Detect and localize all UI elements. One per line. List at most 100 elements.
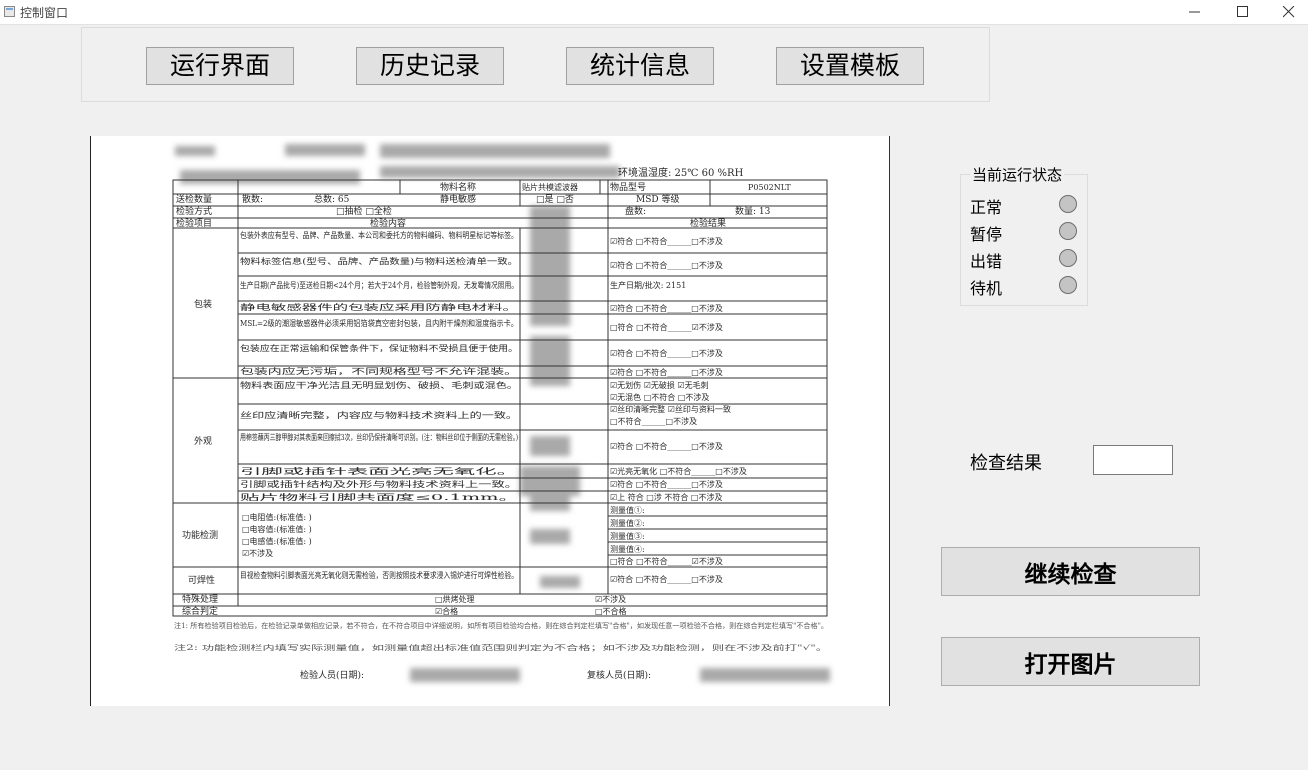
form-r4: □符合 □不符合______☑不涉及: [610, 322, 723, 332]
tab-statistics[interactable]: 统计信息: [566, 47, 714, 85]
form-c7: 包装内应无污垢，不同规格型号不允许混装。: [240, 366, 518, 376]
form-count: 散数:: [242, 193, 263, 205]
tab-template-settings[interactable]: 设置模板: [776, 47, 924, 85]
form-f1: □电阻值:(标准值: ): [242, 512, 312, 522]
form-f4: ☑不涉及: [242, 548, 273, 558]
form-sp-opt: □烘烤处理: [435, 594, 475, 604]
form-esd-yes-no: □是 □否: [536, 194, 574, 205]
form-method: 检验方式: [176, 205, 212, 217]
form-r-pin: ☑符合 □不符合______□不涉及: [610, 479, 723, 489]
form-c5: MSL=2级的潮湿敏感器件必须采用铝箔袋真空密封包装，且内附干燥剂和湿度指示卡。: [240, 318, 518, 328]
form-sign1: 检验人员(日期):: [300, 669, 364, 681]
title-bar: 控制窗口: [0, 0, 1308, 25]
form-cat-pack: 包装: [194, 298, 212, 310]
form-item: 检验项目: [176, 217, 212, 229]
status-indicator-standby: [1059, 276, 1077, 294]
form-m4: 测量值④:: [610, 544, 645, 554]
status-indicator-error: [1059, 249, 1077, 267]
form-r-look4: □不符合______□不涉及: [610, 416, 697, 426]
image-right-edge: [889, 136, 890, 706]
form-r-look2: ☑无混色 □不符合 □不涉及: [610, 392, 709, 402]
form-r5: ☑符合 □不符合______□不涉及: [610, 348, 723, 358]
form-total: 总数: 65: [314, 193, 350, 205]
maximize-button[interactable]: [1220, 0, 1266, 24]
minimize-button[interactable]: [1172, 0, 1218, 24]
check-result-label: 检查结果: [970, 453, 1042, 474]
form-r-date: 生产日期/批次: 2151: [610, 280, 686, 290]
form-mat-name: 物料名称: [440, 181, 476, 193]
form-r2: ☑符合 □不符合______□不涉及: [610, 260, 723, 270]
form-c1: 包装外表应有型号、品牌、产品数量、本公司和委托方的物料编码、物料明星标记等标签。: [240, 230, 518, 240]
form-c8: 物料表面应干净光洁且无明显划伤、破损、毛刺或混色。: [240, 380, 518, 390]
status-label-error: 出错: [970, 252, 1003, 271]
form-r-flat: ☑上 符合 □涉 不符合 □不涉及: [610, 492, 722, 502]
open-image-button[interactable]: 打开图片: [941, 637, 1200, 686]
continue-check-button[interactable]: 继续检查: [941, 547, 1200, 596]
form-r-look1: ☑无划伤 ☑无破损 ☑无毛刺: [610, 380, 709, 390]
minimize-icon: [1189, 11, 1200, 13]
inspection-image-view: 环境温湿度: 25℃ 60 %RH 送检数量 散数: 总数: 65 物料名称 贴…: [90, 136, 890, 706]
app-icon: [4, 6, 15, 17]
form-sign2: 复核人员(日期):: [587, 669, 651, 681]
tab-history[interactable]: 历史记录: [356, 47, 504, 85]
form-boxes: 盘数:: [625, 205, 646, 217]
status-indicator-normal: [1059, 195, 1077, 213]
form-content: 检验内容: [370, 217, 406, 229]
form-r7: ☑符合 □不符合______□不涉及: [610, 441, 723, 451]
form-note2: 注2: 功能检测栏内填写实际测量值，如测量值超出标准值范围则判定为不合格；如不涉…: [174, 643, 828, 652]
form-note1: 注1: 所有检验项目检验后，在检验记录单做相应记录，若不符合，在不符合项目中详细…: [174, 621, 828, 630]
form-m2: 测量值②:: [610, 518, 645, 528]
form-c9: 丝印应清晰完整，内容应与物料技术资料上的一致。: [240, 410, 518, 420]
form-mat-value: 贴片共模滤波器: [522, 182, 578, 192]
form-qty: 数量: 13: [735, 205, 771, 217]
status-title: 当前运行状态: [970, 164, 1065, 185]
form-ov-ok: ☑合格: [435, 606, 458, 616]
inspection-form-image: 环境温湿度: 25℃ 60 %RH 送检数量 散数: 总数: 65 物料名称 贴…: [90, 136, 890, 706]
form-cat-look: 外观: [194, 435, 212, 447]
form-overall: 综合判定: [182, 605, 218, 617]
form-special: 特殊处理: [182, 593, 218, 605]
status-label-paused: 暂停: [970, 225, 1003, 244]
form-cat-solder: 可焊性: [188, 574, 215, 586]
close-button[interactable]: [1266, 0, 1308, 24]
form-m1: 测量值①:: [610, 505, 645, 515]
form-esd: 静电敏感: [440, 193, 476, 205]
form-c3: 生产日期(产品批号)至送检日期<24个月；若大于24个月，检验管制外观，无发霉情…: [240, 280, 518, 290]
form-r1: ☑符合 □不符合______□不涉及: [610, 236, 723, 246]
form-msd: MSD 等级: [636, 193, 679, 205]
form-result: 检验结果: [690, 217, 726, 229]
image-left-edge: [90, 136, 91, 706]
maximize-icon: [1237, 6, 1248, 17]
form-r-look3: ☑丝印清晰完整 ☑丝印与资料一致: [610, 404, 731, 414]
form-s1: 目视检查物料引脚表面光亮无氧化则无需检验，否则按照技术要求浸入锡炉进行可焊性检验…: [240, 570, 518, 580]
form-c11: 引脚或插针表面光亮无氧化。: [240, 466, 518, 476]
status-label-normal: 正常: [970, 198, 1003, 217]
form-r3: ☑符合 □不符合______□不涉及: [610, 303, 723, 313]
close-icon: [1283, 6, 1295, 18]
form-ov-ng: □不合格: [595, 606, 627, 616]
form-r8: □符合 □不符合______☑不涉及: [610, 556, 723, 566]
form-c6: 包装应在正常运输和保管条件下，保证物料不受损且便于使用。: [240, 343, 518, 353]
form-m3: 测量值③:: [610, 531, 645, 541]
form-env-text: 环境温湿度: 25℃ 60 %RH: [618, 166, 744, 179]
form-c10: 用棉签蘸丙三醇甲醇对其表面来回擦拭3次，丝印仍保持清晰可识别。(注：物料丝印位于…: [240, 432, 518, 442]
tab-run-view[interactable]: 运行界面: [146, 47, 294, 85]
form-c2: 物料标签信息(型号、品牌、产品数量)与物料送检清单一致。: [240, 256, 518, 266]
form-sp-na: ☑不涉及: [595, 594, 626, 604]
form-model-value: P0502NLT: [748, 183, 791, 192]
form-r9: ☑符合 □不符合______□不涉及: [610, 574, 723, 584]
form-c12: 引脚或插针结构及外形与物料技术资料上一致。: [240, 479, 518, 489]
form-model: 物品型号: [610, 181, 646, 193]
form-r6: ☑符合 □不符合______□不涉及: [610, 367, 723, 377]
form-c13: 贴片物料引脚共面度≤0.1mm。: [240, 492, 518, 502]
form-f2: □电容值:(标准值: ): [242, 524, 312, 534]
navigation-panel: 运行界面 历史记录 统计信息 设置模板: [81, 27, 990, 102]
form-method-opts: □抽检 □全检: [336, 205, 392, 217]
status-label-standby: 待机: [970, 279, 1003, 298]
check-result-field[interactable]: [1093, 445, 1173, 475]
form-inspect-qty: 送检数量: [176, 193, 212, 205]
form-f3: □电感值:(标准值: ): [242, 536, 312, 546]
form-r-ox: ☑光亮无氧化 □不符合______□不涉及: [610, 466, 747, 476]
form-c4: 静电敏感器件的包装应采用防静电材料。: [240, 302, 518, 312]
window-title: 控制窗口: [20, 6, 69, 20]
